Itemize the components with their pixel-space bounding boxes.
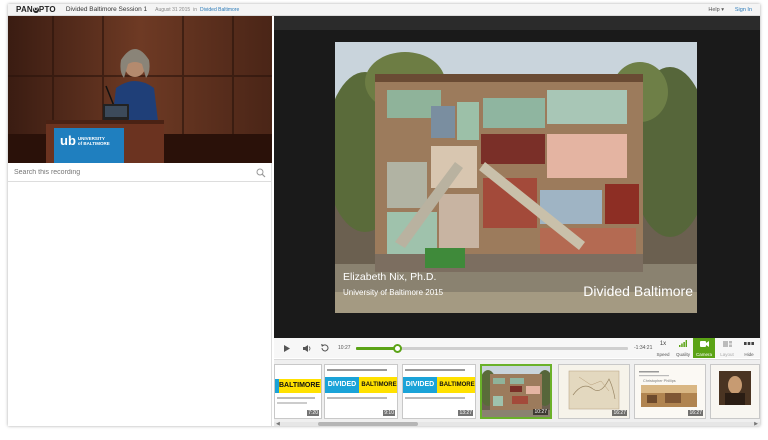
hide-icon: [744, 342, 754, 345]
stage-top-band: [274, 16, 760, 30]
thumbnail-7[interactable]: [710, 364, 760, 419]
search-icon[interactable]: [256, 168, 266, 178]
quality-button[interactable]: Quality: [674, 338, 692, 358]
panopto-logo[interactable]: PANOPTO: [16, 5, 56, 14]
seek-bar-fill: [356, 347, 397, 350]
speaker-icon: [303, 344, 311, 352]
slide-org-line: University of Baltimore 2015: [343, 288, 444, 297]
thumb-1-line: [277, 397, 315, 399]
thumbnail-4-active[interactable]: 10:27: [480, 364, 552, 419]
in-label: in: [193, 6, 198, 13]
rewind-icon: [321, 344, 329, 352]
speaker-scene: [8, 16, 272, 163]
help-menu[interactable]: Help ▾: [708, 7, 724, 13]
camera-icon: [700, 341, 709, 347]
layout-label: Layout: [720, 352, 734, 357]
thumb-3-divided: DIVIDED: [403, 377, 437, 393]
thumbnail-scrollbar[interactable]: ◀ ▶: [274, 421, 760, 426]
quality-label: Quality: [675, 352, 690, 357]
thumb-1-title: BALTIMORE: [279, 379, 321, 393]
scroll-left-arrow-icon[interactable]: ◀: [276, 421, 280, 426]
elapsed-time: 10:27: [338, 345, 351, 351]
layout-icon: [722, 341, 732, 347]
thumbnail-6-time: 16:27: [688, 410, 703, 416]
volume-button[interactable]: [300, 338, 314, 358]
left-panel: ub UNIVERSITY of BALTIMORE: [8, 16, 272, 426]
thumbnail-strip: BALTIMORE 7:20 DIVIDED BALTIMORE 9:10 DI…: [274, 359, 760, 422]
sign-in-link[interactable]: Sign In: [735, 7, 752, 13]
scroll-thumb[interactable]: [318, 422, 418, 426]
camera-button[interactable]: Camera: [693, 338, 715, 358]
session-title: Divided Baltimore Session 1: [65, 6, 148, 13]
thumb-3-heading: [405, 369, 465, 371]
thumb-3-baltimore: BALTIMORE: [437, 377, 475, 393]
thumb-6-caption: Christopher Phillips: [643, 379, 676, 383]
folder-link[interactable]: Divided Baltimore: [200, 7, 239, 13]
thumbnail-1[interactable]: BALTIMORE 7:20: [274, 364, 322, 419]
camera-label: Camera: [695, 352, 712, 357]
thumbnail-5[interactable]: 16:27: [558, 364, 630, 419]
session-date: August 31 2015: [155, 6, 191, 13]
speaker-video[interactable]: ub UNIVERSITY of BALTIMORE: [8, 16, 272, 163]
thumbnail-3[interactable]: DIVIDED BALTIMORE 13:27: [402, 364, 476, 419]
hide-button[interactable]: Hide: [739, 338, 759, 358]
thumbnail-6[interactable]: Christopher Phillips 16:27: [634, 364, 706, 419]
main-video-stage[interactable]: Elizabeth Nix, Ph.D. University of Balti…: [274, 16, 760, 338]
play-icon: [284, 344, 290, 352]
layout-button[interactable]: Layout: [717, 338, 737, 358]
thumb-7-portrait: [711, 365, 759, 418]
hide-label: Hide: [744, 352, 754, 357]
thumbnail-4-time: 10:27: [533, 409, 548, 415]
speed-button[interactable]: 1x Speed: [654, 338, 672, 358]
search-input[interactable]: [14, 169, 244, 176]
top-bar: PANOPTO Divided Baltimore Session 1 Augu…: [8, 4, 760, 16]
thumbnail-1-time: 7:20: [307, 410, 319, 416]
speed-label: Speed: [656, 352, 670, 357]
slide-name-line: Elizabeth Nix, Ph.D.: [343, 271, 437, 283]
thumb-2-baltimore: BALTIMORE: [359, 377, 397, 393]
thumb-2-line: [327, 397, 387, 399]
thumb-3-line: [405, 397, 465, 399]
remaining-time: -1:34:21: [634, 345, 653, 351]
thumbnail-5-time: 16:27: [612, 410, 627, 416]
thumb-1-line-2: [277, 402, 307, 404]
play-button[interactable]: [280, 338, 294, 358]
browser-frame: PANOPTO Divided Baltimore Session 1 Augu…: [8, 4, 760, 426]
thumb-2-divided: DIVIDED: [325, 377, 359, 393]
presentation-slide: Elizabeth Nix, Ph.D. University of Balti…: [335, 42, 697, 313]
search-bar: [8, 164, 272, 182]
rewind-button[interactable]: [318, 338, 332, 358]
right-panel: Elizabeth Nix, Ph.D. University of Balti…: [274, 16, 760, 426]
thumb-2-heading: [327, 369, 387, 371]
scroll-right-arrow-icon[interactable]: ▶: [754, 421, 758, 426]
player-controls: 10:27 -1:34:21 1x Speed Quality Camera L…: [274, 338, 760, 358]
thumbnail-2-time: 9:10: [383, 410, 395, 416]
speed-value: 1x: [659, 341, 667, 347]
seek-handle[interactable]: [392, 344, 402, 353]
thumbnail-2[interactable]: DIVIDED BALTIMORE 9:10: [324, 364, 398, 419]
seek-bar[interactable]: [356, 344, 628, 353]
thumbnail-3-time: 13:27: [458, 410, 473, 416]
signal-bars-icon: [679, 340, 687, 347]
podium-logo: ub UNIVERSITY of BALTIMORE: [60, 133, 110, 148]
slide-title-line: Divided Baltimore: [583, 283, 693, 299]
